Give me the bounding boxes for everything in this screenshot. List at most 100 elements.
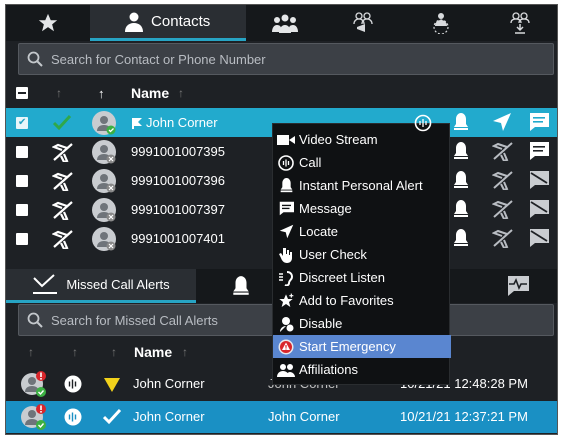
menu-item-label: Instant Personal Alert <box>299 178 423 193</box>
menu-item-label: Message <box>299 201 352 216</box>
missed-flag-sort-arrow[interactable]: ↑ <box>111 345 117 359</box>
tab-dynamic-groups[interactable] <box>401 5 480 41</box>
call-icon <box>278 154 294 171</box>
menu-item-label: Affiliations <box>299 362 359 377</box>
missed-avatar-icon <box>21 404 46 430</box>
tab-favorites[interactable] <box>6 5 90 41</box>
offline-icon <box>52 230 73 249</box>
avatar <box>92 198 116 222</box>
emergency-icon <box>278 339 294 354</box>
contact-search-input[interactable]: Search for Contact or Phone Number <box>18 43 554 75</box>
message-disabled-icon[interactable] <box>528 170 550 190</box>
name-column-header[interactable]: Name <box>131 85 169 101</box>
menu-item-start-emergency[interactable]: Start Emergency <box>273 335 451 358</box>
status-sort-arrow[interactable]: ↑ <box>56 86 62 100</box>
missed-call-name: John Corner <box>133 409 205 424</box>
contacts-header: ↑ ↑ Name ↑ <box>6 80 557 106</box>
tab-group-download[interactable] <box>480 5 557 41</box>
video-camera-icon <box>277 134 295 145</box>
alert-bell-icon[interactable] <box>452 112 470 132</box>
alert-bell-icon <box>233 276 249 295</box>
star-icon <box>38 13 58 32</box>
top-tab-bar: Contacts <box>6 5 557 41</box>
app-window: Contacts Search for Contact or Phone Num… <box>5 4 558 435</box>
message-icon <box>278 201 294 216</box>
locate-disabled-icon[interactable] <box>492 199 514 219</box>
alert-bell-icon <box>280 178 292 193</box>
avatar <box>92 169 116 193</box>
menu-item-instant-personal-alert[interactable]: Instant Personal Alert <box>273 174 451 197</box>
name-sort-arrow[interactable]: ↑ <box>178 86 184 100</box>
tab-broadcast-groups[interactable] <box>324 5 401 41</box>
locate-disabled-icon[interactable] <box>492 141 514 161</box>
avatar <box>92 140 116 164</box>
menu-item-label: Call <box>299 155 322 170</box>
contact-name: 9991001007396 <box>131 173 225 188</box>
locate-disabled-icon[interactable] <box>492 170 514 190</box>
missed-name-column-header[interactable]: Name <box>134 344 172 360</box>
group-download-icon <box>509 12 530 34</box>
alert-bell-icon[interactable] <box>452 170 470 190</box>
alert-bell-icon[interactable] <box>452 199 470 219</box>
locate-disabled-icon[interactable] <box>492 228 514 248</box>
avatar-sort-arrow[interactable]: ↑ <box>98 86 105 101</box>
message-disabled-icon[interactable] <box>528 228 550 248</box>
missed-name-sort-arrow[interactable]: ↑ <box>182 345 188 359</box>
online-check-icon <box>52 114 72 131</box>
alert-bell-icon[interactable] <box>452 228 470 248</box>
locate-arrow-icon <box>279 224 293 239</box>
menu-item-user-check[interactable]: User Check <box>273 243 451 266</box>
flag-icon <box>132 118 142 129</box>
contact-name: John Corner <box>146 115 218 130</box>
menu-item-label: Disable <box>299 316 343 331</box>
menu-item-label: Locate <box>299 224 339 239</box>
menu-item-label: Start Emergency <box>299 339 396 354</box>
group-icon <box>271 14 298 33</box>
missed-type-sort-arrow[interactable]: ↑ <box>72 345 78 359</box>
row-checkbox[interactable]: ✔ <box>16 116 28 129</box>
message-icon[interactable] <box>528 141 550 161</box>
message-icon[interactable] <box>528 112 550 132</box>
select-all-checkbox[interactable] <box>16 87 28 99</box>
menu-item-locate[interactable]: Locate <box>273 220 451 243</box>
call-icon[interactable] <box>414 114 432 132</box>
missed-call-icon <box>33 273 58 294</box>
contact-person-icon <box>125 12 144 32</box>
row-checkbox[interactable] <box>16 145 28 158</box>
menu-item-call[interactable]: Call <box>273 151 451 174</box>
menu-item-label: Add to Favorites <box>299 293 394 308</box>
contact-name: 9991001007395 <box>131 144 225 159</box>
avatar <box>92 111 116 135</box>
contact-name: 9991001007397 <box>131 202 225 217</box>
menu-item-message[interactable]: Message <box>273 197 451 220</box>
tab-contacts-label: Contacts <box>151 13 211 30</box>
menu-item-label: Video Stream <box>299 132 378 147</box>
row-checkbox[interactable] <box>16 174 28 187</box>
alert-bell-icon[interactable] <box>452 141 470 161</box>
missed-call-time: 10/21/21 12:37:21 PM <box>400 409 528 424</box>
disable-user-icon <box>280 316 294 332</box>
missed-status-sort-arrow[interactable]: ↑ <box>28 345 34 359</box>
offline-icon <box>52 201 73 220</box>
tab-emergency-alerts[interactable] <box>476 269 557 303</box>
menu-item-add-to-favorites[interactable]: Add to Favorites <box>273 289 451 312</box>
affiliations-icon <box>277 363 295 377</box>
avatar <box>92 227 116 251</box>
menu-item-discreet-listen[interactable]: Discreet Listen <box>273 266 451 289</box>
row-checkbox[interactable] <box>16 232 28 245</box>
tab-contacts[interactable]: Contacts <box>89 5 246 41</box>
user-check-icon <box>278 247 292 263</box>
search-icon <box>27 312 43 328</box>
tab-groups[interactable] <box>246 5 325 41</box>
row-checkbox[interactable] <box>16 203 28 216</box>
message-disabled-icon[interactable] <box>528 199 550 219</box>
locate-arrow-icon[interactable] <box>492 112 512 132</box>
menu-item-disable[interactable]: Disable <box>273 312 451 335</box>
missed-call-contact: John Corner <box>268 409 340 424</box>
tab-missed-call-alerts-label: Missed Call Alerts <box>66 277 170 292</box>
search-icon <box>27 51 43 67</box>
missed-call-search-placeholder: Search for Missed Call Alerts <box>51 312 218 328</box>
missed-call-row[interactable]: John Corner John Corner 10/21/21 12:37:2… <box>6 401 557 433</box>
menu-item-affiliations[interactable]: Affiliations <box>273 358 451 381</box>
tab-missed-call-alerts[interactable]: Missed Call Alerts <box>6 269 196 303</box>
